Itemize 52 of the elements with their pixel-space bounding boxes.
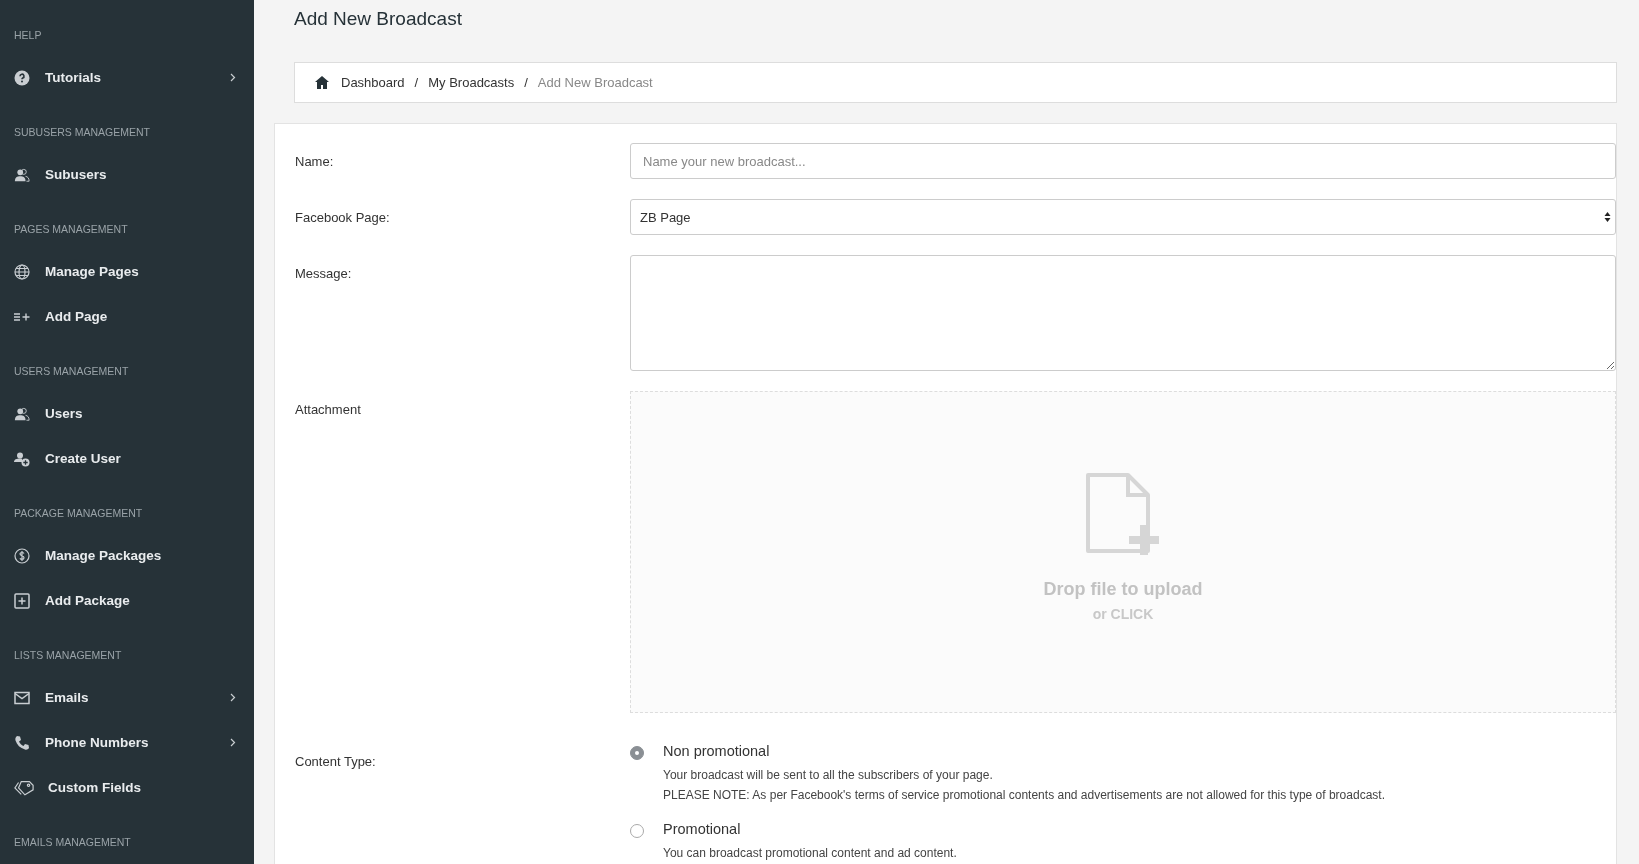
sidebar-item[interactable]: Create User — [0, 436, 254, 481]
field-label: Content Type: — [295, 753, 377, 771]
users-icon — [14, 405, 30, 422]
sidebar-section-header: PACKAGE MANAGEMENT — [13, 506, 144, 520]
sidebar-section-header: SUBUSERS MANAGEMENT — [13, 125, 151, 139]
breadcrumb-current: Add New Broadcast — [537, 75, 653, 90]
globe-icon — [14, 263, 30, 280]
sidebar-section-header: LISTS MANAGEMENT — [13, 648, 123, 662]
breadcrumb-separator: / — [414, 75, 419, 90]
sidebar-item[interactable]: Emails — [0, 675, 254, 720]
field-label: Message: — [295, 265, 353, 283]
tag-icon — [14, 779, 34, 796]
option-description: Your broadcast will be sent to all the subscribers of your page. — [663, 767, 994, 784]
user-plus-icon — [14, 450, 30, 467]
drop-text: Drop file to upload — [1043, 578, 1203, 600]
sidebar-section-header: PAGES MANAGEMENT — [13, 222, 129, 236]
sidebar-item[interactable]: Add Package — [0, 578, 254, 623]
option-title: Promotional — [663, 821, 742, 837]
sidebar-item[interactable]: Tutorials — [0, 55, 254, 100]
phone-icon — [14, 734, 30, 751]
option-description: PLEASE NOTE: As per Facebook's terms of service promotional contents and advertisements are not allowed for this type of broadcast. — [663, 787, 1386, 804]
field-label: Attachment — [295, 401, 362, 419]
file-plus-icon — [1084, 472, 1162, 557]
radio-button[interactable] — [630, 746, 644, 760]
breadcrumb-link[interactable]: Dashboard — [341, 75, 405, 90]
select-arrows-icon — [1604, 211, 1611, 223]
sidebar-item[interactable]: Subusers — [0, 152, 254, 197]
sidebar-section-header: HELP — [13, 28, 43, 42]
breadcrumb-link[interactable]: My Broadcasts — [428, 75, 515, 90]
sidebar-item[interactable]: Manage Pages — [0, 249, 254, 294]
help-icon — [14, 69, 30, 86]
radio-button[interactable] — [630, 824, 644, 838]
home-icon[interactable] — [315, 76, 329, 89]
users-icon — [14, 166, 30, 183]
dollar-icon — [14, 547, 30, 564]
add-square-icon — [14, 592, 30, 609]
facebook-page-select[interactable]: ZB Page — [630, 199, 1616, 235]
sidebar-item[interactable]: Users — [0, 391, 254, 436]
field-label: Facebook Page: — [295, 209, 391, 227]
sidebar-item[interactable]: Add Page — [0, 294, 254, 339]
sidebar-section-header: USERS MANAGEMENT — [13, 364, 130, 378]
sidebar-item[interactable]: Manage Packages — [0, 533, 254, 578]
name-input-field[interactable]: Name your new broadcast... — [630, 143, 1616, 179]
envelope-icon — [14, 689, 30, 706]
option-title: Non promotional — [663, 743, 771, 759]
sidebar-section-header: EMAILS MANAGEMENT — [13, 835, 132, 849]
field-label: Name: — [295, 153, 335, 171]
page-title: Add New Broadcast — [294, 8, 463, 31]
breadcrumb-separator: / — [524, 75, 528, 90]
sidebar-item[interactable]: Phone Numbers — [0, 720, 254, 765]
sidebar-item[interactable]: Custom Fields — [0, 765, 254, 810]
option-description: You can broadcast promotional content and ad content. — [663, 845, 958, 862]
